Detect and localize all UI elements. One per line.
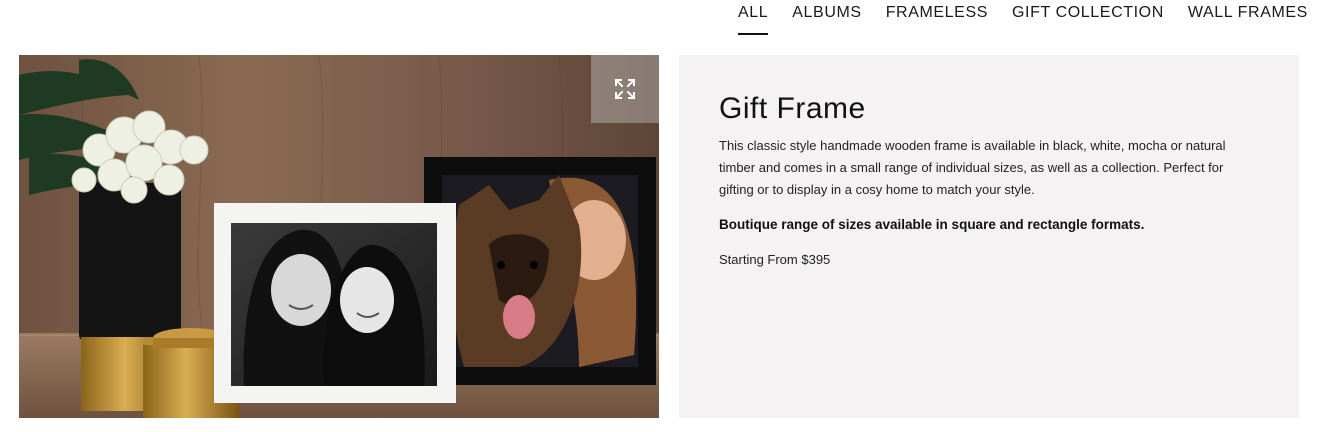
- product-description: This classic style handmade wooden frame…: [719, 138, 1226, 197]
- product-highlight: Boutique range of sizes available in squ…: [719, 217, 1145, 232]
- tab-all[interactable]: ALL: [738, 0, 769, 35]
- page: ALL ALBUMS FRAMELESS GIFT COLLECTION WAL…: [0, 0, 1323, 432]
- category-nav: ALL ALBUMS FRAMELESS GIFT COLLECTION WAL…: [738, 0, 1308, 40]
- product-info-panel: Gift Frame This classic style handmade w…: [679, 55, 1299, 418]
- product-photo[interactable]: [19, 55, 659, 418]
- expand-photo-button[interactable]: [591, 55, 659, 123]
- product-photo-illustration: [19, 55, 659, 418]
- tab-gift-collection[interactable]: GIFT COLLECTION: [1012, 0, 1164, 22]
- expand-arrows-icon: [614, 78, 636, 100]
- product-price: Starting From $395: [719, 252, 831, 267]
- product-title: Gift Frame: [719, 92, 866, 125]
- tab-wall-frames[interactable]: WALL FRAMES: [1188, 0, 1308, 22]
- tab-albums[interactable]: ALBUMS: [792, 0, 861, 22]
- tab-frameless[interactable]: FRAMELESS: [886, 0, 988, 22]
